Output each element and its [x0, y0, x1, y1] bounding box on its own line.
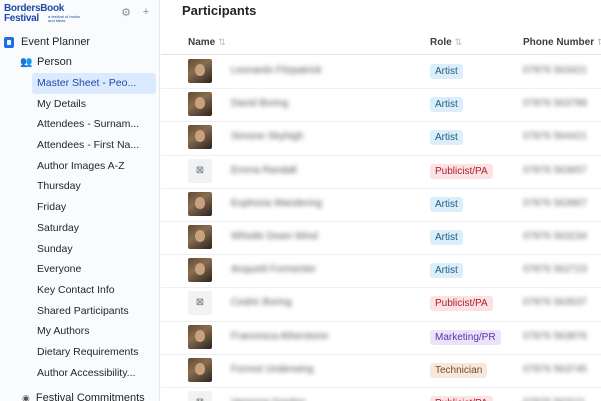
participant-name: Whistle Down Wind	[231, 231, 318, 242]
base-item-event-planner[interactable]: Event Planner	[4, 36, 90, 48]
role-badge: Artist	[430, 64, 463, 79]
sidebar-view-item[interactable]: My Authors	[32, 321, 156, 342]
sort-icon[interactable]: ⇅	[455, 37, 463, 47]
phone-number: 07876 563421	[523, 65, 587, 76]
column-header-name[interactable]: Name ⇅	[188, 30, 226, 55]
role-badge: Publicist/PA	[430, 296, 493, 312]
role-badge: Artist	[430, 230, 463, 245]
participant-photo[interactable]	[188, 225, 212, 249]
table-row[interactable]: Euphoria Wandering Artist 07876 563967	[161, 188, 601, 222]
phone-number: 07876 564421	[523, 131, 587, 143]
sidebar-view-item[interactable]: Attendees - Surnam...	[32, 114, 156, 135]
participant-photo[interactable]	[188, 191, 212, 216]
phone-number: 07876 563234	[523, 231, 587, 242]
role-badge: Artist	[430, 130, 463, 146]
phone-number: 07876 563789	[523, 98, 587, 110]
phone-number: 07876 563967	[523, 197, 587, 209]
table-row[interactable]: Simone Skyhigh Artist 07876 564421	[161, 121, 601, 156]
role-badge: Artist	[430, 263, 463, 279]
table-label: Person	[37, 56, 72, 68]
table-row[interactable]: ⊠ Emma Randall Publicist/PA 07876 563657	[161, 155, 601, 189]
participant-name: Leonardo Fitzpatrick	[231, 65, 322, 76]
role-badge: Artist	[430, 196, 463, 212]
column-label: Phone Number	[523, 37, 595, 48]
table-item-person[interactable]: 👥 Person	[20, 56, 72, 68]
participant-name: David Boring	[231, 98, 289, 110]
main-content: Participants Name ⇅ Role ⇅ Phone Number ⇅ L…	[161, 0, 601, 401]
participant-name: Simone Skyhigh	[231, 131, 304, 143]
festival-logo[interactable]: BordersBook Festival a festival of books…	[4, 2, 84, 26]
sidebar-view-item[interactable]: Master Sheet - Peo...	[32, 73, 156, 94]
table-label: Festival Commitments	[35, 392, 145, 401]
sidebar-view-item[interactable]: Everyone	[32, 259, 156, 280]
column-header-phone[interactable]: Phone Number ⇅	[523, 30, 601, 55]
table-row[interactable]: Whistle Down Wind Artist 07876 563234	[161, 221, 601, 256]
table-row[interactable]: ⊠ Vanessa Gordon Publicist/PA 07876 563111	[161, 387, 601, 401]
table-row[interactable]: Anquetil Formenter Artist 07876 562723	[161, 254, 601, 289]
gear-icon[interactable]: ⚙	[120, 6, 132, 19]
role-badge: Technician	[430, 362, 488, 378]
participant-photo[interactable]	[188, 92, 212, 117]
role-badge: Publicist/PA	[430, 396, 493, 401]
sidebar-view-item[interactable]: My Details	[32, 94, 156, 115]
view-list: Master Sheet - Peo... My Details Attendees…	[32, 73, 156, 383]
role-badge: Publicist/PA	[430, 163, 493, 179]
column-label: Role	[430, 37, 452, 48]
sidebar-actions: ⚙ +	[120, 6, 152, 19]
sidebar-view-item[interactable]: Key Contact Info	[32, 280, 156, 301]
sort-icon[interactable]: ⇅	[597, 37, 601, 47]
no-image-icon[interactable]: ⊠	[188, 158, 212, 183]
column-label: Name	[188, 37, 216, 48]
page-title: Participants	[182, 3, 257, 18]
table-item-festival-commitments[interactable]: ◉ Festival Commitments	[22, 392, 145, 401]
database-icon	[4, 36, 14, 48]
sidebar-view-item[interactable]: Friday	[32, 197, 156, 218]
sidebar-view-item[interactable]: Author Images A-Z	[32, 156, 156, 177]
sidebar-view-item[interactable]: Thursday	[32, 176, 156, 197]
logo-line-2: Festival	[4, 13, 39, 24]
participant-name: Anquetil Formenter	[231, 264, 317, 276]
role-badge: Marketing/PR	[430, 329, 501, 345]
column-header-role[interactable]: Role ⇅	[430, 30, 462, 55]
sidebar-view-item[interactable]: Saturday	[32, 218, 156, 239]
sidebar-view-item[interactable]: Attendees - First Na...	[32, 135, 156, 156]
sidebar-view-item[interactable]: Sunday	[32, 239, 156, 260]
phone-number: 07876 563876	[523, 330, 587, 342]
no-image-icon[interactable]: ⊠	[188, 391, 212, 401]
role-badge: Artist	[430, 97, 463, 113]
phone-number: 07876 563745	[523, 363, 587, 375]
no-image-icon[interactable]: ⊠	[188, 291, 212, 316]
table-row[interactable]: Leonardo Fitzpatrick Artist 07876 563421	[161, 55, 601, 90]
participant-photo[interactable]	[188, 357, 212, 382]
sort-icon[interactable]: ⇅	[218, 37, 226, 47]
base-label: Event Planner	[21, 36, 91, 48]
participant-photo[interactable]	[188, 258, 212, 283]
participant-name: Emma Randall	[231, 164, 297, 176]
table-header: Name ⇅ Role ⇅ Phone Number ⇅	[161, 30, 601, 55]
participant-name: Cedric Boring	[231, 297, 292, 309]
plus-icon[interactable]: +	[140, 6, 152, 19]
table-row[interactable]: ⊠ Cedric Boring Publicist/PA 07876 563537	[161, 287, 601, 322]
table-row[interactable]: Francesca Atherstone Marketing/PR 07876 56…	[161, 321, 601, 355]
people-icon: 👥	[20, 56, 33, 68]
sidebar-view-item[interactable]: Shared Participants	[32, 301, 156, 322]
phone-number: 07876 563537	[523, 297, 587, 309]
logo-tagline: a festival of books and ideas	[48, 14, 81, 23]
participant-name: Vanessa Gordon	[231, 397, 305, 401]
participant-photo[interactable]	[188, 324, 212, 349]
participant-name: Francesca Atherstone	[231, 330, 329, 342]
sidebar: BordersBook Festival a festival of books…	[0, 0, 160, 401]
table-row[interactable]: David Boring Artist 07876 563789	[161, 88, 601, 123]
sidebar-view-item[interactable]: Dietary Requirements	[32, 342, 156, 363]
sidebar-view-item[interactable]: Author Accessibility...	[32, 363, 156, 384]
phone-number: 07876 563111	[523, 397, 585, 401]
clock-icon: ◉	[22, 392, 30, 401]
table-row[interactable]: Forrest Underwing Technician 07876 563745	[161, 354, 601, 388]
phone-number: 07876 563657	[523, 164, 587, 176]
participant-photo[interactable]	[188, 59, 212, 83]
phone-number: 07876 562723	[523, 264, 587, 276]
participant-name: Forrest Underwing	[231, 363, 314, 375]
participant-photo[interactable]	[188, 125, 212, 150]
participant-name: Euphoria Wandering	[231, 197, 322, 209]
